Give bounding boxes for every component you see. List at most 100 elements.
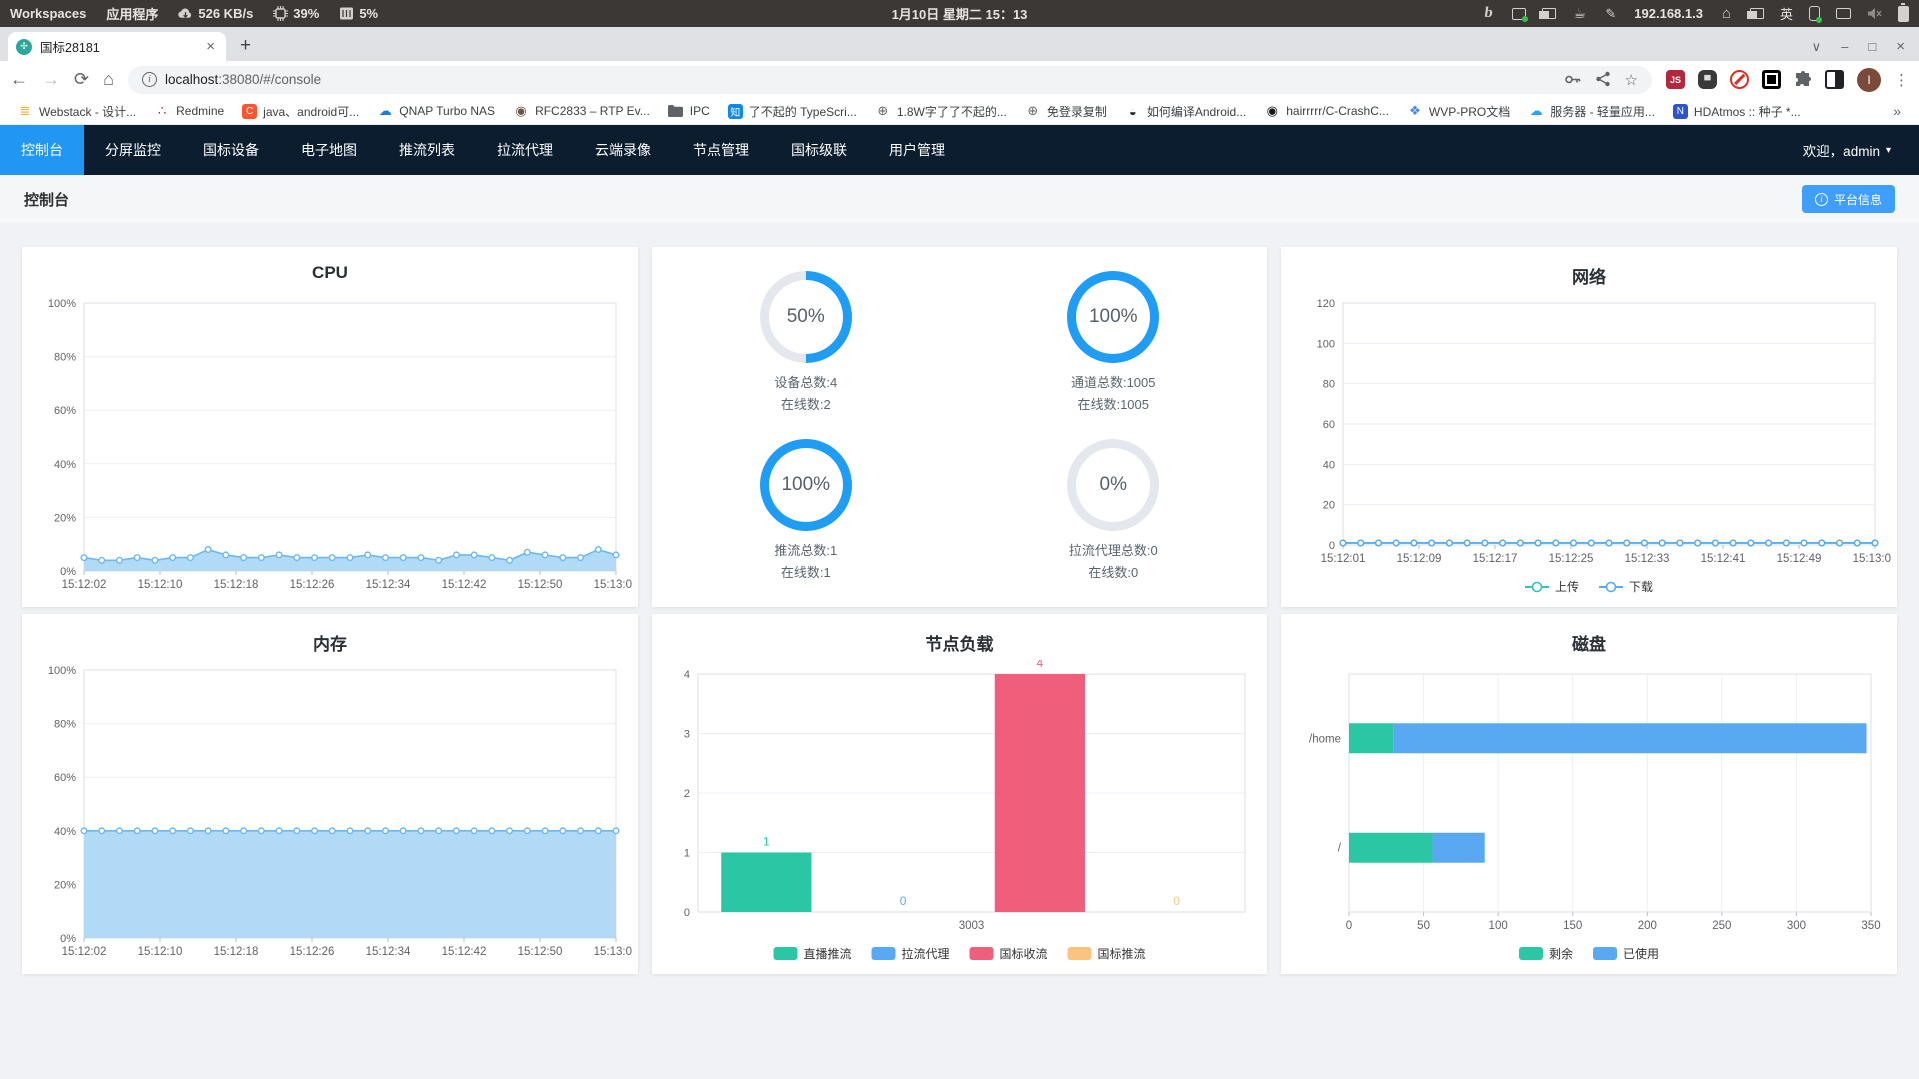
screen: Workspaces 应用程序 526 KB/s 39% 5% 1月10日 星期…	[0, 0, 1919, 1079]
bookmark-item[interactable]: ⊕ 1.8W字了了不起的...	[868, 100, 1014, 123]
site-info-icon[interactable]: i	[141, 72, 157, 87]
bookmark-item[interactable]: ◉ hairrrrr/C-CrashC...	[1257, 100, 1396, 122]
home-tray-icon[interactable]: ⌂	[1719, 5, 1734, 22]
bookmark-item[interactable]: ☁ 服务器 - 轻量应用...	[1521, 100, 1662, 123]
window-minimize-button[interactable]: –	[1841, 39, 1848, 54]
applications-menu[interactable]: 应用程序	[106, 4, 158, 23]
svg-text:15:13:01: 15:13:01	[594, 946, 632, 958]
nav-item-5[interactable]: 拉流代理	[476, 125, 574, 175]
bookmark-label: java、android可...	[263, 104, 360, 119]
bookmark-item[interactable]: Cjava、android可...	[235, 100, 366, 123]
extensions-puzzle-icon[interactable]	[1794, 70, 1812, 89]
volume-muted-icon[interactable]	[1867, 7, 1882, 20]
bookmark-item[interactable]: ☁ QNAP Turbo NAS	[370, 100, 502, 122]
bookmark-item[interactable]: ❖ WVP-PRO文档	[1400, 100, 1517, 123]
browser-tab[interactable]: ✣ 国标28181 ×	[8, 32, 226, 61]
workspaces-button[interactable]: Workspaces	[10, 6, 86, 21]
stat-total: 推流总数:1	[774, 542, 838, 558]
svg-text:15:12:10: 15:12:10	[138, 946, 183, 958]
cpu-panel: CPU 0% 20% 40% 60% 80% 100% 15:12:02 15:12:10 15…	[22, 247, 638, 607]
tab-close-icon[interactable]: ×	[203, 38, 218, 55]
bookmark-item[interactable]: ∴ Redmine	[147, 100, 231, 122]
bookmarks-overflow-chevron[interactable]: »	[1885, 103, 1909, 119]
bookmark-item[interactable]: ≣ Webstack - 设计...	[10, 100, 143, 123]
svg-text:250: 250	[1712, 920, 1731, 932]
bookmark-item[interactable]: ◉ RFC2833 – RTP Ev...	[506, 100, 657, 122]
browser-tab-strip: ✣ 国标28181 × + ∨ – □ ×	[0, 27, 1919, 61]
nav-item-4[interactable]: 推流列表	[378, 125, 476, 175]
bookmark-star-icon[interactable]: ☆	[1625, 71, 1638, 89]
phonelink-tray-icon[interactable]	[1809, 6, 1822, 23]
clipboard-tray-icon[interactable]	[1539, 8, 1557, 19]
coffee-tray-icon[interactable]: ☕	[1572, 5, 1587, 21]
svg-text:15:12:18: 15:12:18	[214, 946, 259, 958]
window-restore-button[interactable]: □	[1868, 39, 1876, 54]
back-button[interactable]: ←	[10, 69, 28, 90]
nav-item-8[interactable]: 国标级联	[770, 125, 868, 175]
svg-text:300: 300	[1787, 920, 1806, 932]
extension-js-icon[interactable]: JS	[1666, 70, 1685, 89]
bookmark-item[interactable]: N HDAtmos :: 种子 *...	[1666, 100, 1808, 123]
chart-legend[interactable]: 上传 下载	[1525, 579, 1653, 594]
side-panel-icon[interactable]	[1825, 70, 1844, 89]
share-icon[interactable]	[1595, 71, 1611, 87]
dashboard-grid: CPU 0% 20% 40% 60% 80% 100% 15:12:02 15:12:10 15…	[0, 223, 1919, 1079]
nav-item-6[interactable]: 云端录像	[574, 125, 672, 175]
svg-text:60%: 60%	[54, 772, 76, 784]
clock[interactable]: 1月10日 星期二 15：13	[892, 4, 1028, 23]
nav-item-0[interactable]: 控制台	[0, 125, 84, 175]
github-icon: ◉	[1266, 103, 1278, 118]
svg-text:15:12:41: 15:12:41	[1701, 553, 1746, 565]
bookmark-item[interactable]: 知了不起的 TypeScri...	[721, 100, 864, 123]
extension-incognito-icon[interactable]: ▀	[1698, 70, 1717, 89]
windows-tray-icon[interactable]	[1746, 8, 1764, 19]
battery-icon[interactable]	[1898, 2, 1909, 22]
stat-total: 拉流代理总数:0	[1068, 542, 1158, 558]
stat-item: 100% 通道总数:1005 在线数:1005	[960, 259, 1268, 427]
chart-legend[interactable]: 直播推流 拉流代理 国标收流 国标推流	[773, 946, 1146, 961]
svg-text:15:12:18: 15:12:18	[214, 579, 259, 591]
forward-button[interactable]: →	[42, 69, 60, 90]
disk-chart: 0 50 100 150 200 250 300 350/home / 剩余 已使用	[1287, 660, 1891, 970]
ip-address-indicator[interactable]: 192.168.1.3	[1634, 6, 1703, 21]
platform-info-button[interactable]: i 平台信息	[1801, 185, 1895, 213]
bookmark-item[interactable]: IPC	[661, 100, 717, 122]
nav-item-3[interactable]: 电子地图	[280, 125, 378, 175]
bing-tray-icon[interactable]: b	[1480, 5, 1497, 21]
nav-item-2[interactable]: 国标设备	[182, 125, 280, 175]
extension-adblock-icon[interactable]	[1730, 70, 1749, 89]
network-speed-indicator[interactable]: 526 KB/s	[178, 6, 253, 21]
disk-panel: 磁盘 0 50 100 150 200 250 300 350/home / 剩余 已使用	[1281, 614, 1897, 974]
profile-avatar[interactable]: I	[1857, 67, 1881, 92]
zhihu-icon: 知	[727, 103, 743, 119]
screenshot-tray-icon[interactable]	[1512, 7, 1529, 22]
bookmark-label: WVP-PRO文档	[1428, 104, 1511, 119]
svg-text:剩余: 剩余	[1549, 946, 1573, 961]
extension-screenshot-icon[interactable]	[1762, 70, 1781, 89]
url-bar[interactable]: i localhost:38080/#/console ☆	[127, 65, 1652, 94]
input-method-indicator[interactable]: 英	[1780, 4, 1793, 23]
user-menu[interactable]: 欢迎，admin ▾	[1803, 140, 1919, 160]
panel-title: 节点负载	[925, 635, 994, 654]
color-picker-tray-icon[interactable]: ✎	[1603, 6, 1618, 21]
nav-item-9[interactable]: 用户管理	[868, 125, 966, 175]
bookmark-item[interactable]: ◒ 如何编译Android...	[1118, 100, 1253, 123]
memory-usage-indicator[interactable]: 5%	[339, 6, 378, 21]
nav-item-7[interactable]: 节点管理	[672, 125, 770, 175]
hdatmos-icon: N	[1672, 103, 1688, 119]
browser-home-button[interactable]: ⌂	[103, 69, 114, 90]
bookmark-item[interactable]: ⊕ 免登录复制	[1018, 100, 1114, 123]
browser-menu-icon[interactable]: ⋮	[1894, 71, 1909, 89]
password-key-icon[interactable]	[1564, 71, 1581, 88]
tab-search-chevron-icon[interactable]: ∨	[1812, 39, 1822, 55]
page-header: 控制台 i 平台信息	[0, 175, 1919, 223]
window-close-button[interactable]: ×	[1896, 38, 1905, 55]
cpu-usage-indicator[interactable]: 39%	[273, 6, 319, 21]
display-tray-icon[interactable]	[1836, 8, 1851, 19]
svg-text:40: 40	[1323, 459, 1335, 471]
new-tab-button[interactable]: +	[226, 35, 265, 61]
chart-legend[interactable]: 剩余 已使用	[1519, 946, 1659, 961]
reload-button[interactable]: ⟳	[74, 69, 89, 90]
nav-item-1[interactable]: 分屏监控	[84, 125, 182, 175]
url-host: localhost	[164, 72, 219, 87]
